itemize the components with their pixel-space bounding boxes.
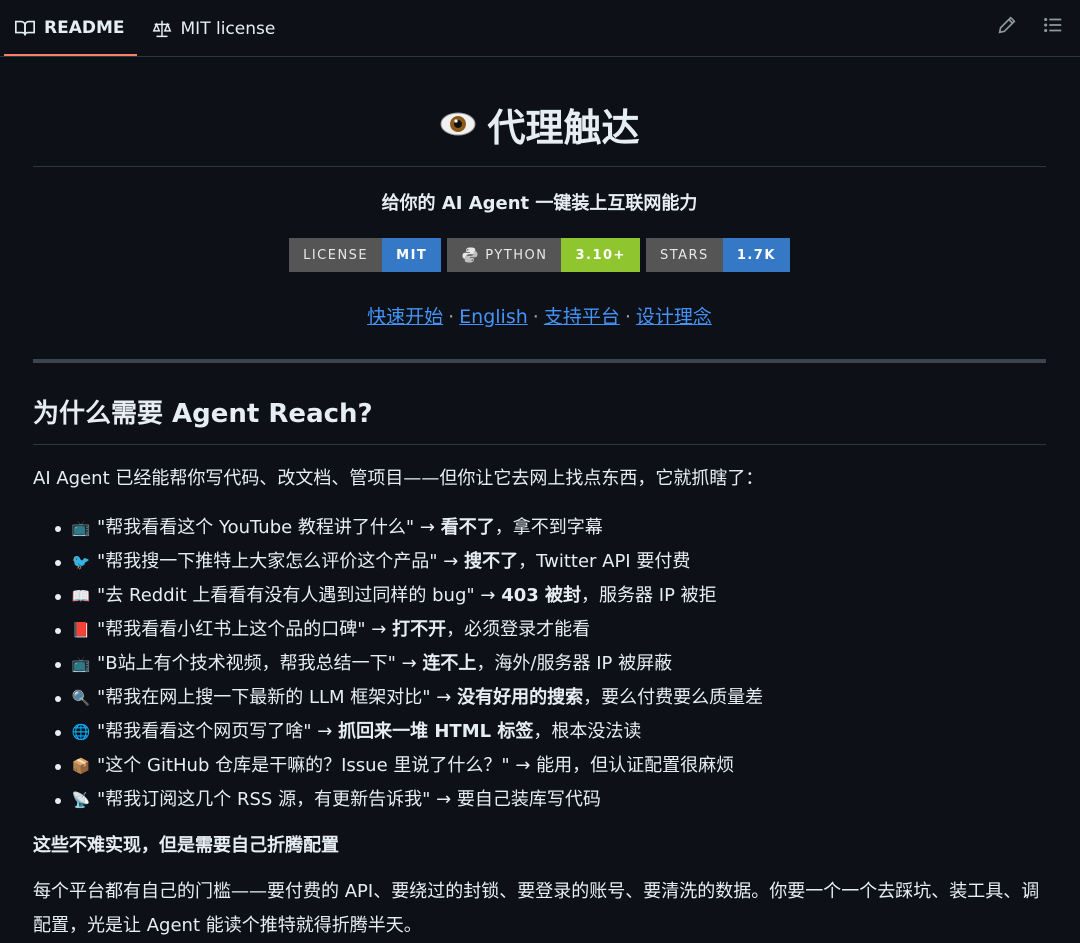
list-item: 🐦 "帮我搜一下推特上大家怎么评价这个产品" → 搜不了，Twitter API … [55,545,1046,579]
list-item: 📖 "去 Reddit 上看看有没有人遇到过同样的 bug" → 403 被封，服… [55,579,1046,613]
link-quickstart[interactable]: 快速开始 [367,306,443,328]
page-title: 代理触达 [439,97,640,152]
list-item: 📦 "这个 GitHub 仓库是干嘛的？Issue 里说了什么？" → 能用，但认… [55,749,1046,783]
subtitle: 给你的 AI Agent 一键装上互联网能力 [381,193,698,214]
bird-icon: 🐦 [71,553,91,571]
heading-divider [33,444,1046,445]
page-title-text: 代理触达 [487,106,640,150]
list-item: 🌐 "帮我看看这个网页写了啥" → 抓回来一堆 HTML 标签，根本没法读 [55,715,1046,749]
section-divider [33,359,1046,363]
problem-list: 📺 "帮我看看这个 YouTube 教程讲了什么" → 看不了，拿不到字幕 🐦 "帮… [33,511,1046,817]
python-badge-label: PYTHON [485,247,548,263]
stars-badge-label: STARS [645,238,723,272]
list-item: 📕 "帮我看看小红书上这个品的口碑" → 打不开，必须登录才能看 [55,613,1046,647]
license-badge-label: LICENSE [289,238,383,272]
link-separator: · [532,306,539,328]
stars-badge-value: 1.7K [722,238,790,272]
link-platforms[interactable]: 支持平台 [544,306,620,328]
python-badge-label-wrap: PYTHON [447,238,562,272]
readme-content: 代理触达 给你的 AI Agent 一键装上互联网能力 LICENSE MIT … [0,97,1080,943]
tab-actions [996,14,1066,38]
book-open-icon: 📖 [71,587,91,605]
tv-icon: 📺 [71,655,91,673]
quick-links: 快速开始 · English · 支持平台 · 设计理念 [33,302,1046,329]
package-icon: 📦 [71,757,91,775]
license-badge-value: MIT [382,238,442,272]
tab-readme[interactable]: README [4,1,137,56]
python-badge-value: 3.10+ [561,238,640,272]
section-heading: 为什么需要 Agent Reach? [33,399,373,429]
python-icon [462,247,478,263]
title-wrapper: 代理触达 [33,97,1046,152]
globe-icon: 🌐 [71,723,91,741]
python-badge[interactable]: PYTHON 3.10+ [447,238,640,272]
list-item: 📺 "帮我看看这个 YouTube 教程讲了什么" → 看不了，拿不到字幕 [55,511,1046,545]
emphasis-line: 这些不难实现，但是需要自己折腾配置 [33,835,339,856]
tv-icon: 📺 [71,519,91,537]
tab-mit-license[interactable]: MIT license [141,1,286,56]
link-separator: · [624,306,631,328]
closing-paragraph: 每个平台都有自己的门槛——要付费的 API、要绕过的封锁、要登录的账号、要清洗的… [33,881,1040,936]
link-english[interactable]: English [459,306,528,328]
edit-icon[interactable] [996,14,1020,38]
list-icon[interactable] [1042,14,1066,38]
title-divider [33,166,1046,167]
intro-paragraph: AI Agent 已经能帮你写代码、改文档、管项目——但你让它去网上找点东西，它… [33,468,764,489]
list-item: 🔍 "帮我在网上搜一下最新的 LLM 框架对比" → 没有好用的搜索，要么付费要么… [55,681,1046,715]
link-design[interactable]: 设计理念 [636,306,712,328]
badges: LICENSE MIT PYTHON 3.10+ STARS 1.7K [33,238,1046,272]
license-badge[interactable]: LICENSE MIT [289,238,442,272]
book-icon [14,17,36,39]
red-book-icon: 📕 [71,621,91,639]
list-item: 📡 "帮我订阅这几个 RSS 源，有更新告诉我" → 要自己装库写代码 [55,783,1046,817]
satellite-icon: 📡 [71,791,91,809]
readme-tabbar: README MIT license [0,0,1080,57]
eye-icon [439,103,477,147]
list-item: 📺 "B站上有个技术视频，帮我总结一下" → 连不上，海外/服务器 IP 被屏蔽 [55,647,1046,681]
scale-icon [151,18,173,40]
tab-mit-license-label: MIT license [180,18,276,39]
link-separator: · [448,306,455,328]
stars-badge[interactable]: STARS 1.7K [645,238,790,272]
magnifier-icon: 🔍 [71,689,91,707]
tab-readme-label: README [44,17,125,38]
